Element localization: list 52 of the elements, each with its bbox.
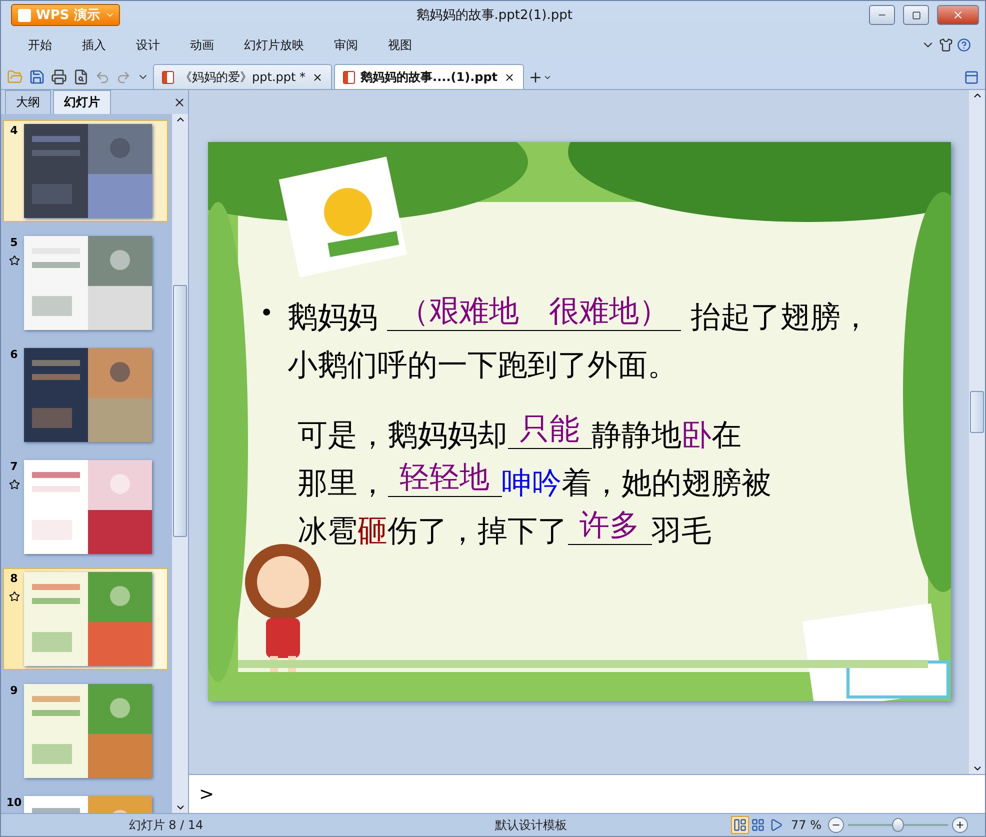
- layout-icon: [733, 818, 747, 832]
- menu-tab[interactable]: 视图: [373, 32, 427, 58]
- scroll-thumb[interactable]: [970, 391, 984, 433]
- slide-number: 4: [10, 124, 18, 137]
- slide-text: 可是，鹅妈妈却 只能 静静地卧在 那里， 轻轻地 呻吟着，她的翅膀被 冰雹砸伤了，掉下了 许多 羽毛: [298, 412, 772, 550]
- close-button[interactable]: [937, 5, 979, 25]
- play-icon: [769, 818, 783, 832]
- plus-icon: [528, 70, 543, 84]
- menu-tab[interactable]: 开始: [13, 32, 67, 58]
- menu-tab[interactable]: 幻灯片放映: [229, 32, 319, 58]
- maximize-button[interactable]: [903, 5, 929, 25]
- template-name: 默认设计模板: [494, 816, 568, 834]
- slide-number: 7: [10, 460, 18, 473]
- notes-prompt: >: [199, 784, 214, 804]
- zoom-out-button[interactable]: [828, 817, 844, 833]
- sorter-view-button[interactable]: [749, 816, 767, 834]
- menu-tab[interactable]: 设计: [121, 32, 175, 58]
- close-icon: [504, 72, 515, 82]
- plus-icon: [954, 820, 964, 830]
- scrollbar[interactable]: [172, 114, 188, 813]
- close-icon: [952, 9, 964, 21]
- menu-tab[interactable]: 审阅: [319, 32, 373, 58]
- slide-thumbnail[interactable]: 4: [3, 120, 168, 222]
- close-icon: [312, 72, 323, 82]
- zoom-in-button[interactable]: [952, 817, 968, 833]
- scrollbar[interactable]: [969, 90, 985, 774]
- grid-icon: [751, 818, 765, 832]
- slide-thumbnail[interactable]: 7: [3, 456, 168, 558]
- maximize-icon: [912, 10, 920, 20]
- zoom-level: 77 %: [791, 818, 822, 832]
- slide-number: 8: [10, 572, 18, 585]
- slide-thumbnail[interactable]: 6: [3, 344, 168, 446]
- bullet: •: [260, 298, 274, 328]
- minimize-button[interactable]: [869, 5, 895, 25]
- slide-thumbnail[interactable]: 5: [3, 232, 168, 334]
- normal-view-button[interactable]: [731, 816, 749, 834]
- slide-number: 5: [10, 236, 18, 249]
- slide-count: 幻灯片 8 / 14: [128, 816, 204, 834]
- slide-text: 鹅妈妈 （艰难地 很难地） 抬起了翅膀， 小鹅们呼的一下跑到了外面。: [288, 294, 871, 384]
- slide-thumbnail[interactable]: 8: [3, 568, 168, 670]
- slide-number: 9: [10, 684, 18, 697]
- slide-thumbnail[interactable]: 9: [3, 680, 168, 782]
- document-tab[interactable]: 鹅妈妈的故事....(1).ppt: [334, 64, 524, 89]
- window-title: 鹅妈妈的故事.ppt2(1).ppt: [415, 7, 574, 24]
- slide-number: 10: [6, 796, 22, 809]
- document-tab[interactable]: 《妈妈的爱》ppt.ppt *: [153, 64, 332, 89]
- scroll-thumb[interactable]: [173, 285, 187, 537]
- menu-tab[interactable]: 动画: [175, 32, 229, 58]
- menu-tab[interactable]: 插入: [67, 32, 121, 58]
- slide-number: 6: [10, 348, 18, 361]
- slide-thumbnail[interactable]: 10: [3, 792, 168, 813]
- panel-tab[interactable]: 幻灯片: [53, 90, 111, 114]
